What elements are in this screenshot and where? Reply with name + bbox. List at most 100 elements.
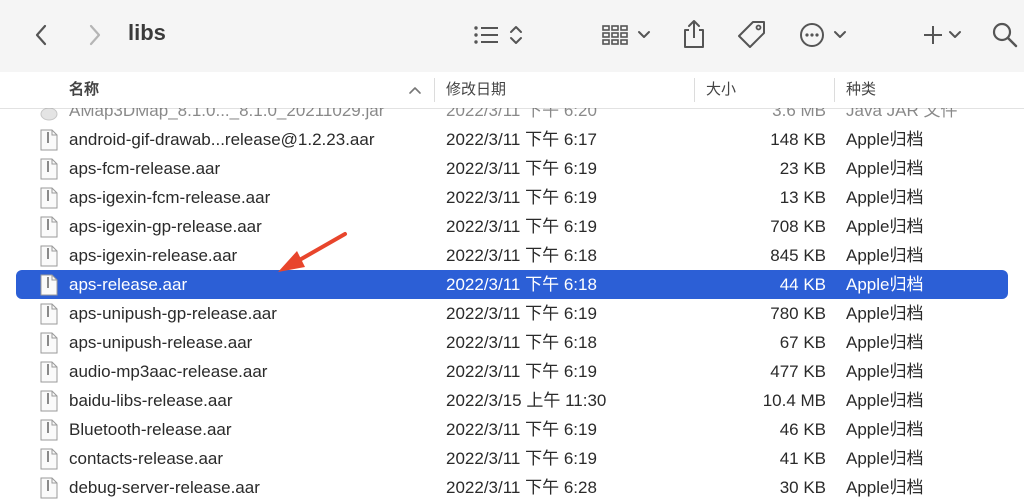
file-name: aps-igexin-release.aar [69,246,238,265]
file-kind: Java JAR 文件 [846,108,958,120]
add-icon [924,26,961,44]
archive-file-icon [40,361,58,383]
table-row[interactable]: aps-igexin-gp-release.aar 2022/3/11 下午 6… [16,212,1008,241]
archive-file-icon [40,390,58,412]
file-kind: Apple归档 [846,420,924,439]
column-kind[interactable]: 种类 [846,72,876,108]
archive-file-icon [40,245,58,267]
sort-ascending-icon [409,87,421,94]
table-row[interactable]: Bluetooth-release.aar 2022/3/11 下午 6:19 … [16,415,1008,444]
file-date: 2022/3/11 下午 6:19 [446,217,597,236]
column-header: 名称 修改日期 大小 种类 [0,72,1024,109]
table-row[interactable]: AMap3DMap_8.1.0..._8.1.0_20211029.jar 20… [16,108,1008,125]
file-size: 46 KB [779,420,826,439]
share-icon [684,20,704,48]
table-row[interactable]: android-gif-drawab...release@1.2.23.aar … [16,125,1008,154]
file-name: android-gif-drawab...release@1.2.23.aar [69,130,375,149]
column-divider[interactable] [434,78,435,102]
file-name: contacts-release.aar [69,449,224,468]
group-button[interactable] [600,20,654,50]
tag-button[interactable] [735,18,769,52]
archive-file-icon [40,448,58,470]
file-size: 44 KB [779,275,826,294]
file-kind: Apple归档 [846,275,924,294]
file-kind: Apple归档 [846,159,924,178]
file-date: 2022/3/11 下午 6:19 [446,188,597,207]
forward-button[interactable] [82,22,108,48]
column-divider[interactable] [834,78,835,102]
table-row[interactable]: aps-igexin-fcm-release.aar 2022/3/11 下午 … [16,183,1008,212]
file-name: aps-unipush-release.aar [69,333,253,352]
table-row[interactable]: contacts-release.aar 2022/3/11 下午 6:19 4… [16,444,1008,473]
archive-file-icon [40,303,58,325]
add-button[interactable] [920,20,966,50]
file-date: 2022/3/11 下午 6:19 [446,159,597,178]
file-kind: Apple归档 [846,188,924,207]
file-date: 2022/3/11 下午 6:17 [446,130,597,149]
file-size: 30 KB [779,478,826,497]
file-size: 148 KB [770,130,826,149]
file-size: 845 KB [770,246,826,265]
file-size: 780 KB [770,304,826,323]
folder-title: libs [128,20,166,45]
file-name: audio-mp3aac-release.aar [69,362,268,381]
table-row[interactable]: aps-fcm-release.aar 2022/3/11 下午 6:19 23… [16,154,1008,183]
table-row[interactable]: aps-unipush-release.aar 2022/3/11 下午 6:1… [16,328,1008,357]
file-kind: Apple归档 [846,217,924,236]
file-kind: Apple归档 [846,362,924,381]
table-row[interactable]: audio-mp3aac-release.aar 2022/3/11 下午 6:… [16,357,1008,386]
finder-window: libs 名称 修改日期 大小 种类 AMap3DMap_8.1.0..._8.… [0,0,1024,503]
column-name[interactable]: 名称 [69,72,99,108]
grid-view-icon [602,25,650,45]
more-icon [800,23,846,47]
search-button[interactable] [990,20,1020,50]
file-date: 2022/3/11 下午 6:19 [446,420,597,439]
file-size: 3.6 MB [772,108,826,120]
archive-file-icon [40,332,58,354]
table-row[interactable]: baidu-libs-release.aar 2022/3/15 上午 11:3… [16,386,1008,415]
file-size: 23 KB [779,159,826,178]
table-row-selected[interactable]: aps-release.aar 2022/3/11 下午 6:18 44 KB … [16,270,1008,299]
file-size: 13 KB [779,188,826,207]
table-row[interactable]: debug-server-release.aar 2022/3/11 下午 6:… [16,473,1008,502]
column-size[interactable]: 大小 [706,72,736,108]
table-row[interactable]: aps-igexin-release.aar 2022/3/11 下午 6:18… [16,241,1008,270]
file-name: aps-igexin-fcm-release.aar [69,188,271,207]
file-date: 2022/3/11 下午 6:18 [446,333,597,352]
file-name: debug-server-release.aar [69,478,260,497]
column-date[interactable]: 修改日期 [446,72,506,108]
search-icon [992,22,1018,48]
table-row[interactable]: aps-unipush-gp-release.aar 2022/3/11 下午 … [16,299,1008,328]
file-name: aps-unipush-gp-release.aar [69,304,277,323]
back-button[interactable] [28,22,54,48]
file-date: 2022/3/11 下午 6:19 [446,449,597,468]
file-name: aps-fcm-release.aar [69,159,221,178]
column-divider[interactable] [694,78,695,102]
list-view-icon [474,26,522,44]
file-kind: Apple归档 [846,246,924,265]
archive-file-icon [40,158,58,180]
file-size: 708 KB [770,217,826,236]
file-date: 2022/3/11 下午 6:19 [446,304,597,323]
file-date: 2022/3/11 下午 6:18 [446,275,597,294]
toolbar: libs [0,0,1024,73]
file-date: 2022/3/15 上午 11:30 [446,391,607,410]
archive-file-icon [40,187,58,209]
file-date: 2022/3/11 下午 6:18 [446,246,597,265]
file-date: 2022/3/11 下午 6:19 [446,362,597,381]
file-size: 67 KB [779,333,826,352]
view-mode-button[interactable] [470,20,528,50]
file-kind: Apple归档 [846,130,924,149]
share-button[interactable] [680,18,708,50]
file-name: Bluetooth-release.aar [69,420,232,439]
archive-file-icon [40,477,58,499]
file-name: baidu-libs-release.aar [69,391,233,410]
file-name: aps-igexin-gp-release.aar [69,217,262,236]
file-kind: Apple归档 [846,478,924,497]
jar-file-icon [40,108,58,121]
more-actions-button[interactable] [798,20,850,50]
file-date: 2022/3/11 下午 6:28 [446,478,597,497]
file-kind: Apple归档 [846,304,924,323]
file-size: 41 KB [779,449,826,468]
file-size: 10.4 MB [762,391,826,410]
